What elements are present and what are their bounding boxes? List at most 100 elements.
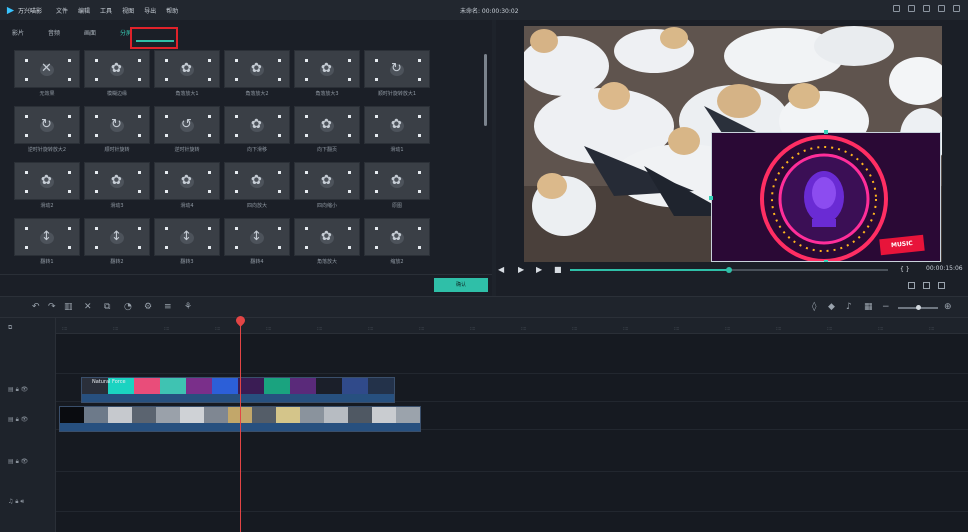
track-header-1[interactable]: ▤ 🔒︎ 👁︎ (8, 458, 28, 466)
previous-frame-icon[interactable]: ◀ (498, 265, 504, 274)
effect-item[interactable]: ↕ 翻转1 (14, 218, 80, 267)
effect-item[interactable]: ✿ 滑动1 (364, 106, 430, 155)
effect-item[interactable]: ↕ 翻转4 (224, 218, 290, 267)
effect-item[interactable]: ✿ 向下滑移 (224, 106, 290, 155)
pip-handle-bottom[interactable] (824, 260, 828, 262)
video-viewer[interactable]: MUSIC (524, 26, 942, 262)
display-icon[interactable] (923, 282, 930, 289)
effect-thumbnail: ✿ (294, 162, 360, 200)
volume-icon[interactable] (938, 282, 945, 289)
effect-item[interactable]: ✿ 模糊边缘 (84, 50, 150, 99)
bracket-icon[interactable]: { } (900, 266, 910, 273)
effect-label: 翻转2 (110, 259, 124, 265)
effect-item[interactable]: ✿ 角落放大2 (224, 50, 290, 99)
stop-icon[interactable]: ■ (554, 265, 562, 274)
effect-item[interactable]: ↺ 逆时针旋转 (154, 106, 220, 155)
zoom-out-icon[interactable]: − (882, 302, 890, 312)
pip-handle-left[interactable] (709, 196, 713, 200)
effect-item[interactable]: ✿ 滑动4 (154, 162, 220, 211)
app-name: 万兴喵影 (18, 7, 43, 15)
undo-icon[interactable]: ↶ (32, 302, 40, 312)
effect-item[interactable]: ✿ 缩放2 (364, 218, 430, 267)
close-icon[interactable] (953, 5, 960, 12)
menu-edit[interactable]: 编辑 (78, 6, 90, 15)
zoom-knob[interactable] (916, 305, 921, 310)
effect-thumbnail: ↻ (14, 106, 80, 144)
effect-item[interactable]: ↻ 逆时针旋转放大2 (14, 106, 80, 155)
shield-icon[interactable]: ◊ (812, 302, 816, 312)
effect-item[interactable]: ✕ 无效果 (14, 50, 80, 99)
effect-item[interactable]: ✿ 滑动3 (84, 162, 150, 211)
color-icon[interactable]: ⚙ (144, 302, 152, 312)
overlay-clip[interactable]: Natural Force (81, 377, 395, 403)
ruler-tick: :::: (266, 326, 272, 331)
pip-handle-top[interactable] (824, 130, 828, 134)
effect-item[interactable]: ✿ 角落放大 (294, 218, 360, 267)
minimize-icon[interactable] (938, 5, 945, 12)
corner-marks (375, 115, 421, 137)
crop-icon[interactable]: ⧉ (104, 302, 110, 312)
track-header-3[interactable]: ▤ 🔒︎ 👁︎ (8, 386, 28, 394)
audio-track-header[interactable]: ♫ 🔒︎ 🔊︎ (8, 498, 24, 506)
zoom-in-icon[interactable]: ⊕ (944, 302, 952, 312)
effect-label: 逆时针旋转 (174, 147, 200, 153)
effect-item[interactable]: ✿ 角落放大3 (294, 50, 360, 99)
next-frame-icon[interactable]: ▶ (536, 265, 542, 274)
corner-marks (305, 59, 351, 81)
track-header-2[interactable]: ▤ 🔒︎ 👁︎ (8, 416, 28, 424)
corner-marks (305, 115, 351, 137)
ruler-tick: :::: (419, 326, 425, 331)
notification-icon[interactable] (923, 5, 930, 12)
effect-thumbnail: ✿ (294, 50, 360, 88)
redo-icon[interactable]: ↷ (48, 302, 56, 312)
tab-audio[interactable]: 音频 (36, 26, 72, 42)
playback-progress-track[interactable] (730, 269, 888, 271)
speed-icon[interactable]: ◔ (124, 302, 132, 312)
download-icon[interactable] (908, 5, 915, 12)
effect-item[interactable]: ✿ 向下翻页 (294, 106, 360, 155)
effect-item[interactable]: ↻ 顺时针旋转 (84, 106, 150, 155)
tab-picture[interactable]: 画面 (72, 26, 108, 42)
effect-label: 角落放大1 (175, 91, 199, 97)
effect-thumbnail: ✿ (224, 162, 290, 200)
menu-export[interactable]: 导出 (144, 6, 156, 15)
effect-item[interactable]: ↕ 翻转3 (154, 218, 220, 267)
effect-item[interactable]: ✿ 四向缩小 (294, 162, 360, 211)
effect-label: 向下翻页 (316, 147, 337, 153)
menu-view[interactable]: 视图 (122, 6, 134, 15)
time-ruler[interactable]: ::::::::::::::::::::::::::::::::::::::::… (56, 318, 968, 334)
settings-icon[interactable]: ⚘ (184, 302, 192, 312)
corner-marks (235, 227, 281, 249)
effect-label: 角落放大3 (315, 91, 339, 97)
playback-scrubber[interactable] (726, 267, 732, 273)
effect-item[interactable]: ✿ 角落放大1 (154, 50, 220, 99)
tab-movies[interactable]: 影片 (0, 26, 36, 42)
cut-icon[interactable]: ✕ (84, 302, 92, 312)
snap-icon[interactable]: ⧉ (8, 324, 12, 332)
play-icon[interactable]: ▶ (518, 265, 524, 274)
marker-icon[interactable]: ◆ (828, 302, 835, 312)
effect-item[interactable]: ↻ 顺时针旋转放大1 (364, 50, 430, 99)
account-icon[interactable] (893, 5, 900, 12)
playback-progress-fill (570, 269, 730, 271)
corner-marks (165, 227, 211, 249)
menu-help[interactable]: 帮助 (166, 6, 178, 15)
effect-item[interactable]: ✿ 原图 (364, 162, 430, 211)
effect-item[interactable]: ✿ 四向放大 (224, 162, 290, 211)
confirm-button[interactable]: 确认 (434, 278, 488, 292)
effect-item[interactable]: ↕ 翻转2 (84, 218, 150, 267)
delete-icon[interactable]: ▥ (64, 302, 73, 312)
grid-icon[interactable]: ▦ (864, 302, 873, 312)
audio-icon[interactable]: ≡ (164, 302, 172, 312)
mic-icon[interactable]: ♪ (846, 302, 852, 312)
effect-item[interactable]: ✿ 滑动2 (14, 162, 80, 211)
picture-in-picture-clip[interactable]: MUSIC (711, 132, 941, 262)
corner-marks (375, 227, 421, 249)
effect-thumbnail: ✿ (364, 106, 430, 144)
menu-tools[interactable]: 工具 (100, 6, 112, 15)
menu-file[interactable]: 文件 (56, 6, 68, 15)
playhead-line[interactable] (240, 318, 241, 532)
library-scrollbar[interactable] (484, 54, 487, 126)
snapshot-icon[interactable] (908, 282, 915, 289)
effect-thumbnail: ✿ (154, 162, 220, 200)
